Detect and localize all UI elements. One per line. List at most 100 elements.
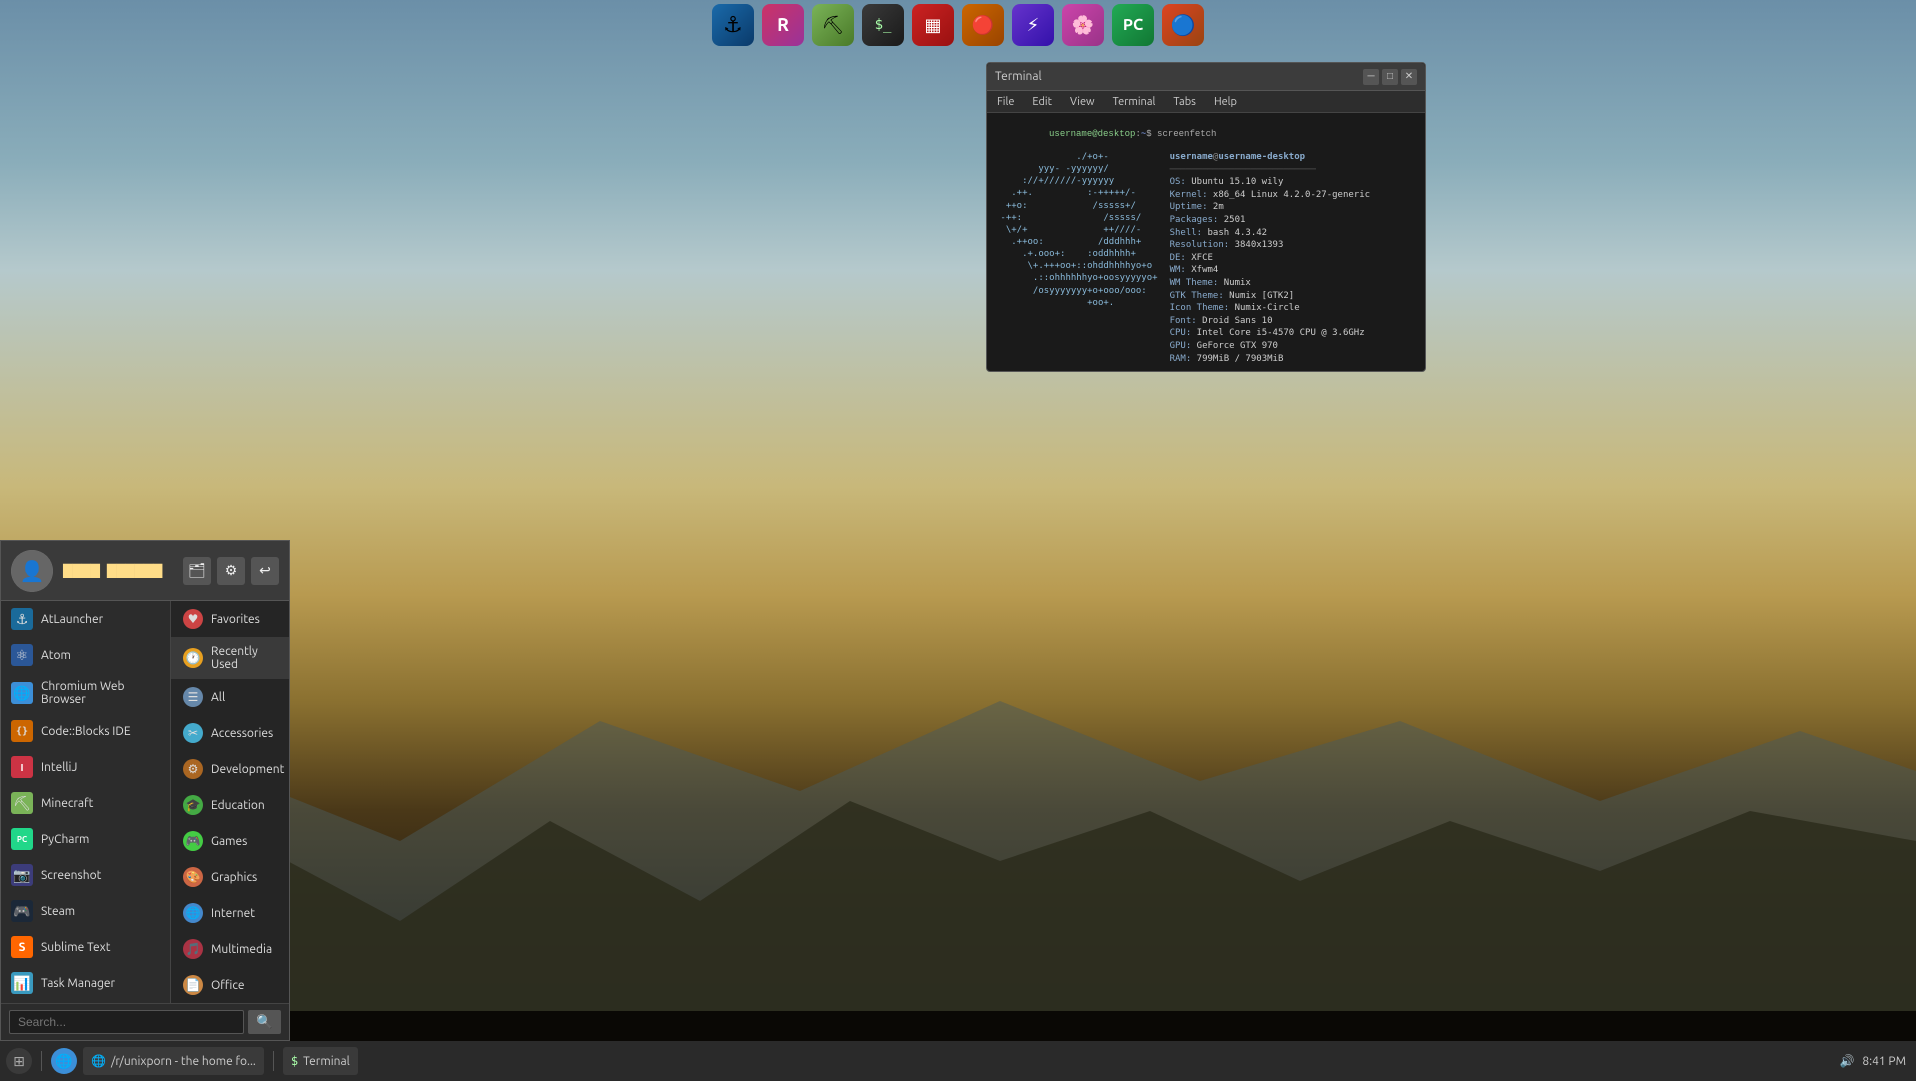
taskbar-separator (41, 1051, 42, 1071)
intellij-label: IntelliJ (41, 761, 77, 774)
start-menu-actions: 🗂 ⚙ ↩ (183, 557, 279, 585)
app-item-chromium[interactable]: 🌐 Chromium Web Browser (1, 673, 170, 713)
terminal-menu-tabs[interactable]: Tabs (1169, 94, 1200, 110)
app-list: ⚓ AtLauncher ⚛ Atom 🌐 Chromium Web Brows… (1, 601, 171, 1003)
multimedia-label: Multimedia (211, 943, 272, 956)
sublime-icon: S (11, 936, 33, 958)
atlauncher-label: AtLauncher (41, 613, 103, 626)
all-category-icon: ☰ (183, 687, 203, 707)
chromium-taskbar-icon[interactable]: 🌐 (51, 1048, 77, 1074)
education-label: Education (211, 799, 265, 812)
category-favorites[interactable]: ♥ Favorites (171, 601, 289, 637)
net-panel-icon[interactable]: 🌸 (1062, 4, 1104, 46)
minecraft-icon: ⛏ (11, 792, 33, 814)
taskbar-separator-2 (273, 1051, 274, 1071)
app-item-intellij[interactable]: I IntelliJ (1, 749, 170, 785)
files-button[interactable]: 🗂 (183, 557, 211, 585)
accessories-category-icon: ✂ (183, 723, 203, 743)
app-item-codeblocks[interactable]: {} Code::Blocks IDE (1, 713, 170, 749)
category-education[interactable]: 🎓 Education (171, 787, 289, 823)
app-item-minecraft[interactable]: ⛏ Minecraft (1, 785, 170, 821)
recently-label: Recently Used (211, 645, 277, 671)
games-category-icon: 🎮 (183, 831, 203, 851)
chromium-icon: 🌐 (11, 682, 33, 704)
minecraft-panel-icon[interactable]: ⛏ (812, 4, 854, 46)
screenshot-label: Screenshot (41, 869, 101, 882)
terminal-minimize-button[interactable]: ─ (1363, 69, 1379, 85)
terminal-tab-label: Terminal (303, 1055, 350, 1068)
atom-icon: ⚛ (11, 644, 33, 666)
category-development[interactable]: ⚙ Development (171, 751, 289, 787)
pycharm-label: PyCharm (41, 833, 89, 846)
app-item-steam[interactable]: 🎮 Steam (1, 893, 170, 929)
settings-button[interactable]: ⚙ (217, 557, 245, 585)
internet-category-icon: 🌐 (183, 903, 203, 923)
education-category-icon: 🎓 (183, 795, 203, 815)
category-internet[interactable]: 🌐 Internet (171, 895, 289, 931)
terminal-maximize-button[interactable]: □ (1382, 69, 1398, 85)
app-item-sublime[interactable]: S Sublime Text (1, 929, 170, 965)
atlauncher-icon: ⚓ (11, 608, 33, 630)
terminal-menu-help[interactable]: Help (1210, 94, 1241, 110)
search-button[interactable]: 🔍 (248, 1010, 281, 1034)
terminal-tab-icon: $ (291, 1054, 298, 1068)
category-recently-used[interactable]: 🕐 Recently Used (171, 637, 289, 679)
all-label: All (211, 691, 225, 704)
terminal-menu-edit[interactable]: Edit (1028, 94, 1056, 110)
steam-label: Steam (41, 905, 75, 918)
development-category-icon: ⚙ (183, 759, 203, 779)
terminal-panel-icon[interactable]: $_ (862, 4, 904, 46)
app-item-atom[interactable]: ⚛ Atom (1, 637, 170, 673)
terminal-menu-terminal[interactable]: Terminal (1109, 94, 1160, 110)
terminal-menu-view[interactable]: View (1066, 94, 1099, 110)
terminal-ascii-art: ./+o+- yyy- -yyyyyy/ ://+//////-yyyyyy .… (995, 151, 1158, 365)
reddit-tab-button[interactable]: 🌐 /r/unixporn - the home fo... (83, 1047, 264, 1075)
accessories-label: Accessories (211, 727, 273, 740)
category-office[interactable]: 📄 Office (171, 967, 289, 1003)
steam-icon: 🎮 (11, 900, 33, 922)
codeblocks-label: Code::Blocks IDE (41, 725, 131, 738)
terminal-menubar: File Edit View Terminal Tabs Help (987, 91, 1425, 113)
app-item-screenshot[interactable]: 📷 Screenshot (1, 857, 170, 893)
terminal-tab-button[interactable]: $ Terminal (283, 1047, 358, 1075)
user-avatar: 👤 (11, 550, 53, 592)
mosaic-panel-icon[interactable]: ▦ (912, 4, 954, 46)
taskmanager-label: Task Manager (41, 977, 115, 990)
menu-body: ⚓ AtLauncher ⚛ Atom 🌐 Chromium Web Brows… (1, 601, 289, 1003)
terminal-menu-file[interactable]: File (993, 94, 1018, 110)
rider-panel-icon[interactable]: R (762, 4, 804, 46)
terminal-title: Terminal (995, 70, 1360, 83)
logout-button[interactable]: ↩ (251, 557, 279, 585)
search-input[interactable] (9, 1010, 244, 1034)
category-all[interactable]: ☰ All (171, 679, 289, 715)
app-item-taskmanager[interactable]: 📊 Task Manager (1, 965, 170, 1001)
pycharm-panel-icon[interactable]: PC (1112, 4, 1154, 46)
minecraft-label: Minecraft (41, 797, 93, 810)
app-item-pycharm[interactable]: PC PyCharm (1, 821, 170, 857)
top-panel: ⚓ R ⛏ $_ ▦ 🔴 ⚡ 🌸 PC 🔵 (0, 0, 1916, 50)
terminal-prompt-top: username@desktop:~$ screenfetch (995, 119, 1417, 149)
show-desktop-button[interactable]: ⊞ (6, 1048, 32, 1074)
category-multimedia[interactable]: 🎵 Multimedia (171, 931, 289, 967)
internet-label: Internet (211, 907, 255, 920)
taskbar: ⊞ 🌐 🌐 /r/unixporn - the home fo... $ Ter… (0, 1041, 1916, 1081)
visualstudio-panel-icon[interactable]: ⚡ (1012, 4, 1054, 46)
codeblocks-icon: {} (11, 720, 33, 742)
graphics-label: Graphics (211, 871, 257, 884)
start-menu-header: 👤 ████ ██████ 🗂 ⚙ ↩ (1, 541, 289, 601)
category-games[interactable]: 🎮 Games (171, 823, 289, 859)
category-list: ♥ Favorites 🕐 Recently Used ☰ All ✂ Acce… (171, 601, 289, 1003)
start-menu: 👤 ████ ██████ 🗂 ⚙ ↩ ⚓ AtLauncher ⚛ (0, 540, 290, 1041)
category-graphics[interactable]: 🎨 Graphics (171, 859, 289, 895)
desktop: ⚓ R ⛏ $_ ▦ 🔴 ⚡ 🌸 PC 🔵 Termi (0, 0, 1916, 1081)
app-item-atlauncher[interactable]: ⚓ AtLauncher (1, 601, 170, 637)
volume-icon[interactable]: 🔊 (1839, 1054, 1854, 1068)
chromium-label: Chromium Web Browser (41, 680, 160, 706)
atlauncher-panel-icon[interactable]: ⚓ (712, 4, 754, 46)
radeon-panel-icon[interactable]: 🔴 (962, 4, 1004, 46)
terminal-close-button[interactable]: ✕ (1401, 69, 1417, 85)
screenshot-icon: 📷 (11, 864, 33, 886)
chrome-panel-icon[interactable]: 🔵 (1162, 4, 1204, 46)
category-accessories[interactable]: ✂ Accessories (171, 715, 289, 751)
search-bar: 🔍 (1, 1003, 289, 1040)
